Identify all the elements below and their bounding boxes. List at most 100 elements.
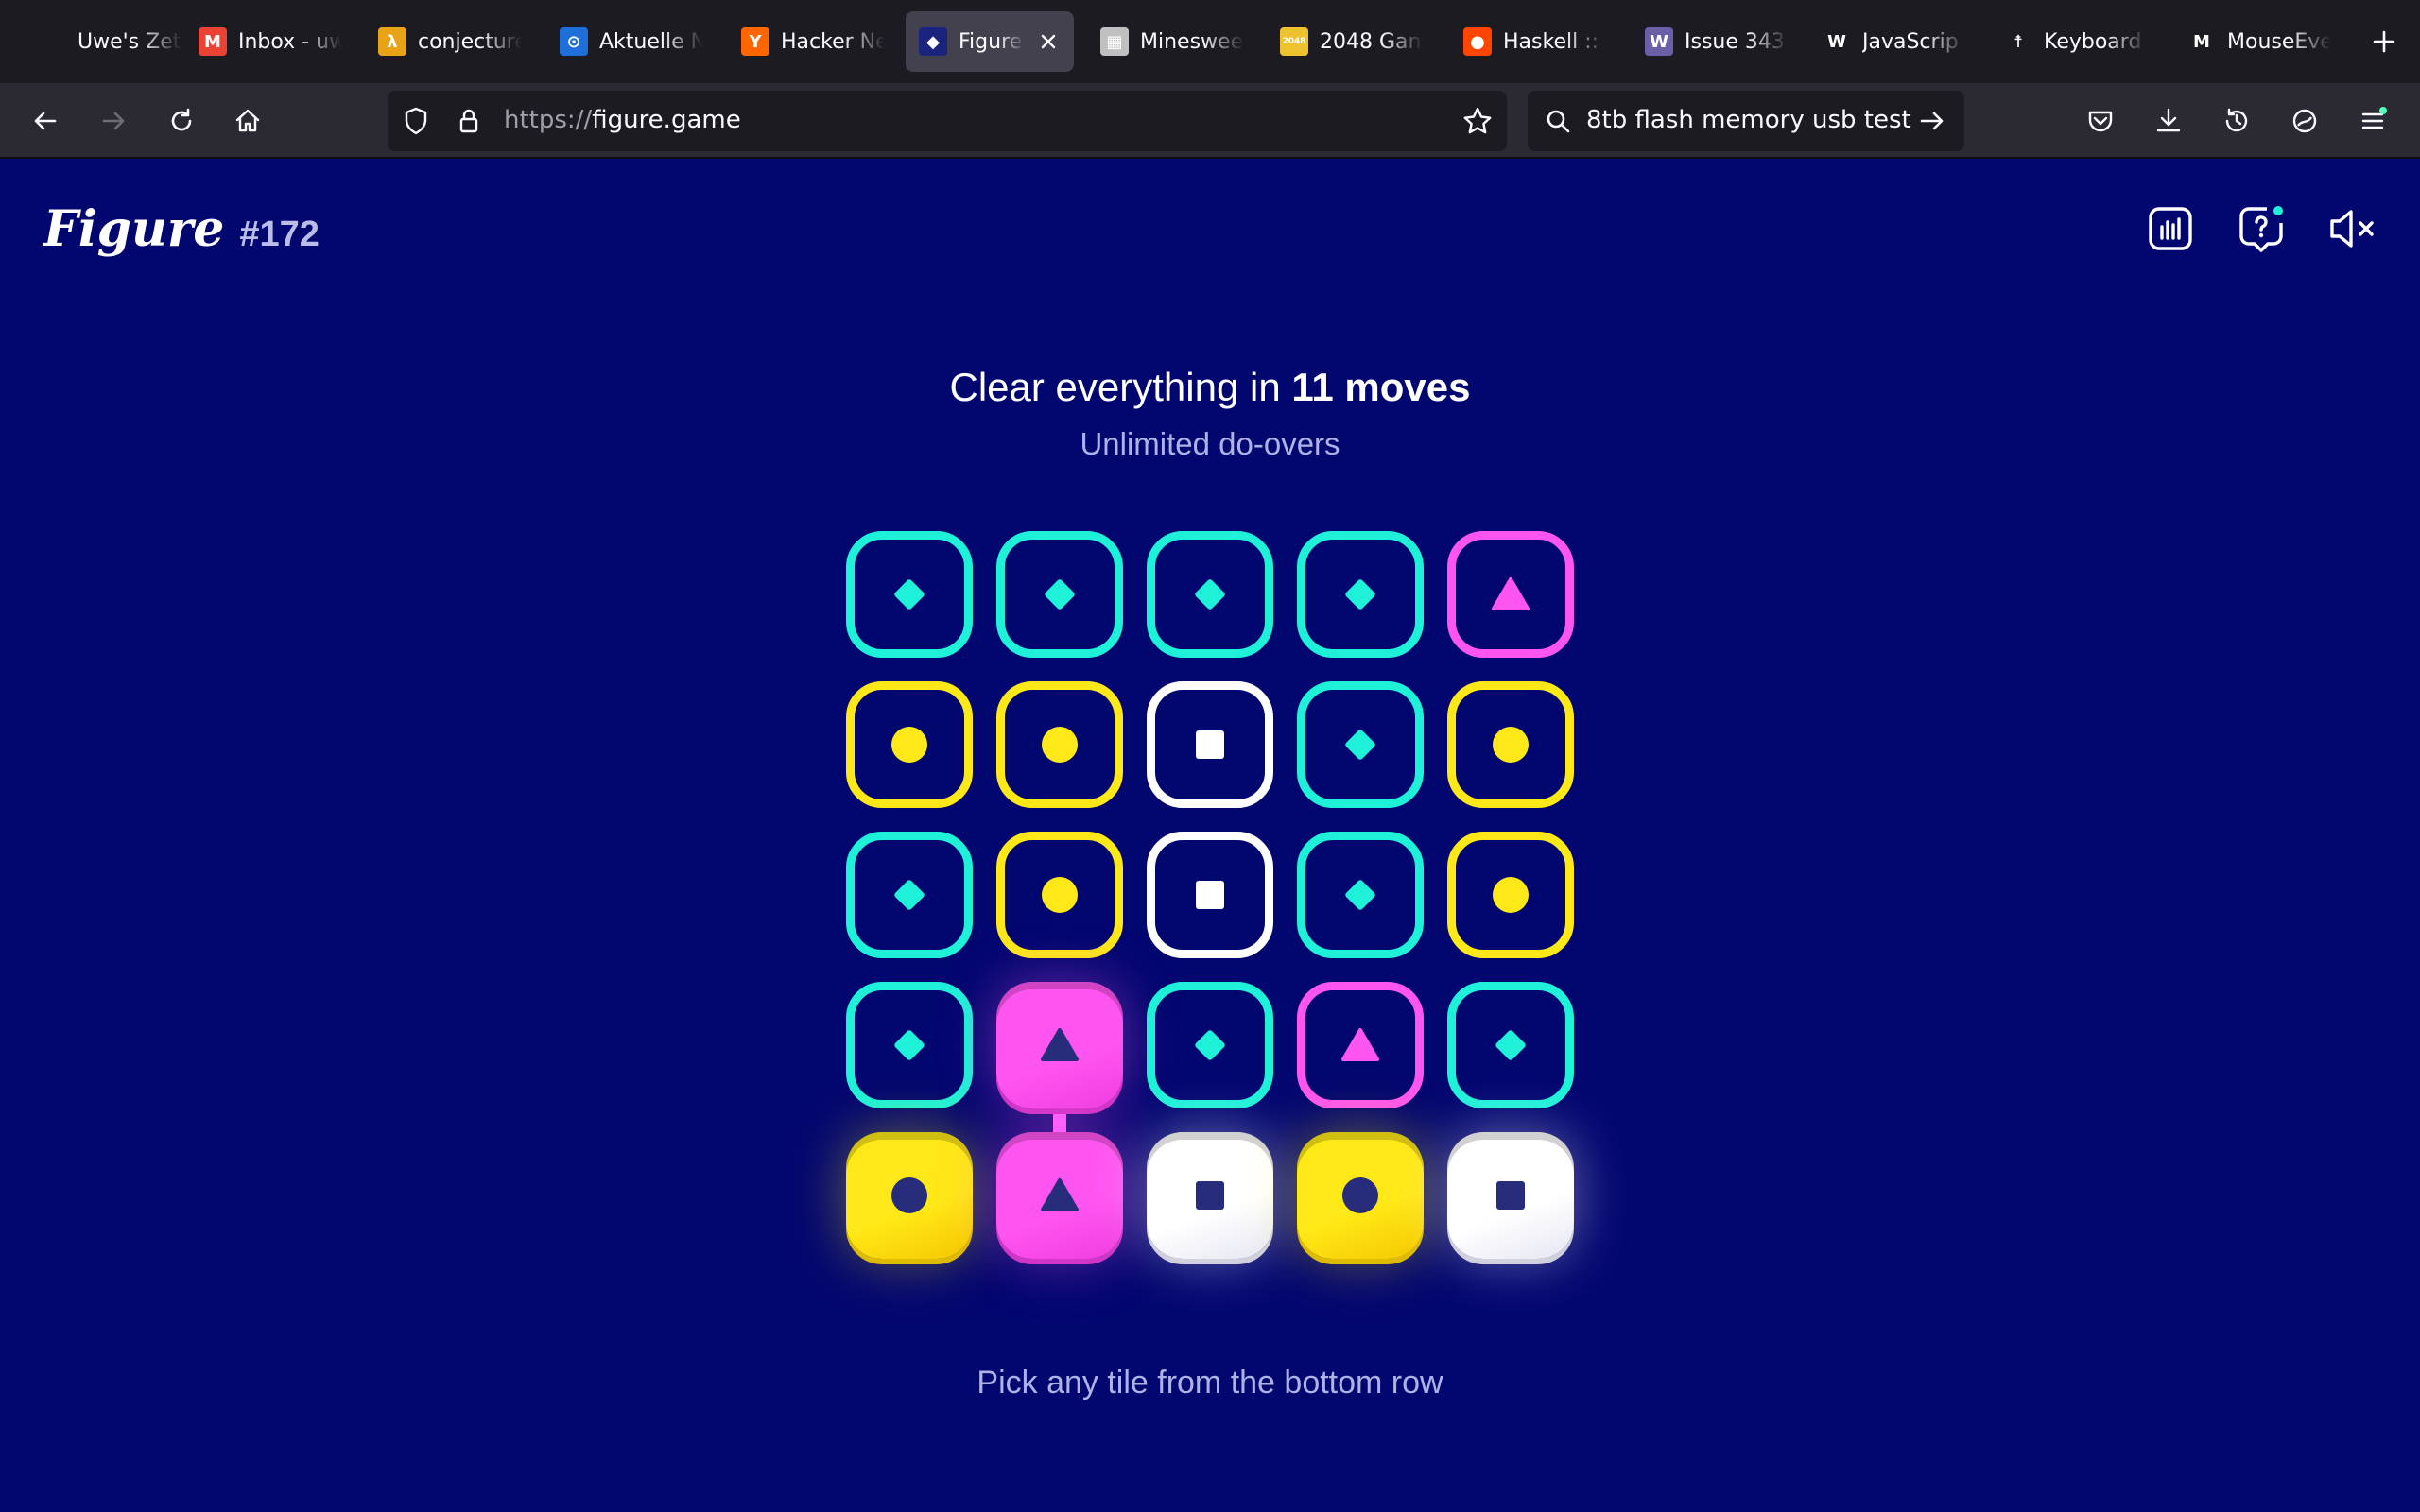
heading-prefix: Clear everything in	[949, 365, 1292, 409]
search-bar[interactable]: 8tb flash memory usb test	[1528, 91, 1964, 151]
diamond-icon	[894, 1030, 925, 1060]
diamond-icon	[1045, 579, 1075, 610]
help-question-icon	[2239, 206, 2283, 252]
speaker-muted-icon	[2330, 210, 2374, 248]
url-host: figure.game	[592, 106, 741, 134]
tile-yellow-circle[interactable]	[1297, 1132, 1424, 1259]
square-icon	[1196, 881, 1224, 909]
stats-chart-icon	[2149, 207, 2192, 250]
circle-icon	[1042, 877, 1078, 913]
circle-icon	[1342, 1177, 1378, 1213]
tile-white-square[interactable]	[1447, 1132, 1574, 1259]
tile-white-square	[1147, 681, 1273, 808]
history-icon	[2225, 108, 2248, 132]
browser-tab[interactable]: M MouseEve	[2174, 11, 2344, 72]
browser-tab[interactable]: Uwe's Zet	[25, 11, 195, 72]
tile-white-square	[1147, 832, 1273, 958]
history-button[interactable]	[2214, 98, 2259, 144]
url-scheme: https://	[504, 106, 593, 134]
help-button[interactable]	[2235, 202, 2288, 255]
tab-favicon-icon: ⊙	[560, 27, 588, 56]
app-menu-button[interactable]	[2350, 98, 2395, 144]
tile-pink-triangle[interactable]	[996, 1132, 1123, 1259]
browser-tab[interactable]: Y Hacker Ne	[728, 11, 898, 72]
tile-yellow-circle[interactable]	[846, 1132, 973, 1259]
forward-button[interactable]	[91, 98, 136, 144]
square-icon	[1196, 730, 1224, 759]
tab-favicon-icon: W	[1645, 27, 1673, 56]
circle-icon	[891, 727, 927, 763]
pocket-button[interactable]	[2078, 98, 2123, 144]
browser-tab[interactable]: ● Haskell ::	[1450, 11, 1620, 72]
browser-tab[interactable]: 2048 2048 Gan	[1267, 11, 1437, 72]
account-icon	[2292, 109, 2317, 133]
browser-tab[interactable]: W JavaScrip	[1809, 11, 1979, 72]
tile-yellow-circle	[846, 681, 973, 808]
hamburger-menu-icon	[2361, 107, 2387, 129]
circle-icon	[1493, 727, 1529, 763]
mute-button[interactable]	[2325, 202, 2378, 255]
browser-tab[interactable]: ⊙ Aktuelle N	[546, 11, 717, 72]
diamond-icon	[1495, 1030, 1526, 1060]
arrow-right-icon	[102, 112, 125, 130]
shield-icon	[405, 107, 427, 135]
tab-title: Aktuelle N	[599, 29, 703, 54]
game-board	[846, 531, 1574, 1259]
reload-button[interactable]	[159, 98, 204, 144]
tab-favicon-icon	[38, 27, 66, 56]
browser-tab[interactable]: W Issue 343	[1632, 11, 1802, 72]
diamond-icon	[894, 880, 925, 910]
tile-pink-triangle	[1297, 982, 1424, 1108]
triangle-icon	[1041, 1028, 1079, 1061]
moves-count: 11 moves	[1291, 365, 1471, 409]
circle-icon	[1042, 727, 1078, 763]
tile-teal-diamond	[1147, 982, 1273, 1108]
back-button[interactable]	[23, 98, 68, 144]
game-logo[interactable]: Figure #172	[43, 200, 320, 258]
tab-title: Haskell ::	[1503, 29, 1599, 54]
tile-yellow-circle	[1447, 832, 1574, 958]
browser-tab[interactable]: M Inbox - uw	[185, 11, 355, 72]
square-icon	[1196, 1181, 1224, 1210]
browser-tab[interactable]: ▦ Mineswee	[1087, 11, 1257, 72]
circle-icon	[891, 1177, 927, 1213]
tab-favicon-icon: Y	[741, 27, 769, 56]
search-query-text: 8tb flash memory usb test	[1586, 106, 1911, 134]
downloads-button[interactable]	[2146, 98, 2191, 144]
browser-tab[interactable]: ☨ Keyboard	[1991, 11, 2161, 72]
diamond-icon	[1345, 730, 1375, 760]
arrow-right-icon[interactable]	[1917, 106, 1947, 136]
moves-heading: Clear everything in 11 moves	[0, 365, 2420, 410]
triangle-icon	[1492, 577, 1530, 610]
new-tab-button[interactable]	[2363, 21, 2405, 62]
stats-button[interactable]	[2144, 202, 2197, 255]
tab-favicon-icon: 2048	[1280, 27, 1308, 56]
logo-wordmark: Figure	[43, 200, 225, 258]
account-button[interactable]	[2282, 98, 2327, 144]
tab-favicon-icon: ☨	[2004, 27, 2032, 56]
circle-icon	[1493, 877, 1529, 913]
triangle-icon	[1041, 1178, 1079, 1211]
tile-pink-triangle	[996, 982, 1123, 1108]
browser-tab[interactable]: ◆ Figure	[906, 11, 1074, 72]
triangle-icon	[1341, 1028, 1379, 1061]
browser-tab[interactable]: λ conjecture	[365, 11, 535, 72]
tab-title: Mineswee	[1140, 29, 1244, 54]
tab-close-button[interactable]	[1036, 29, 1061, 54]
instruction-text: Pick any tile from the bottom row	[977, 1365, 1443, 1400]
tile-white-square[interactable]	[1147, 1132, 1273, 1259]
tab-title: Inbox - uw	[238, 29, 342, 54]
url-bar[interactable]: https://figure.game	[388, 91, 1507, 151]
tab-title: JavaScrip	[1862, 29, 1959, 54]
tab-title: 2048 Gan	[1320, 29, 1422, 54]
bookmark-star-icon[interactable]	[1461, 105, 1494, 137]
plus-icon	[2373, 30, 2395, 53]
tile-teal-diamond	[846, 982, 973, 1108]
tile-teal-diamond	[1297, 832, 1424, 958]
tab-title: conjecture	[418, 29, 522, 54]
home-button[interactable]	[225, 98, 270, 144]
diamond-icon	[1195, 1030, 1225, 1060]
tab-strip: Uwe's Zet M Inbox - uw λ conjecture ⊙ Aktuelle…	[0, 0, 2420, 83]
tab-favicon-icon: M	[2187, 27, 2216, 56]
close-icon	[1041, 34, 1056, 49]
